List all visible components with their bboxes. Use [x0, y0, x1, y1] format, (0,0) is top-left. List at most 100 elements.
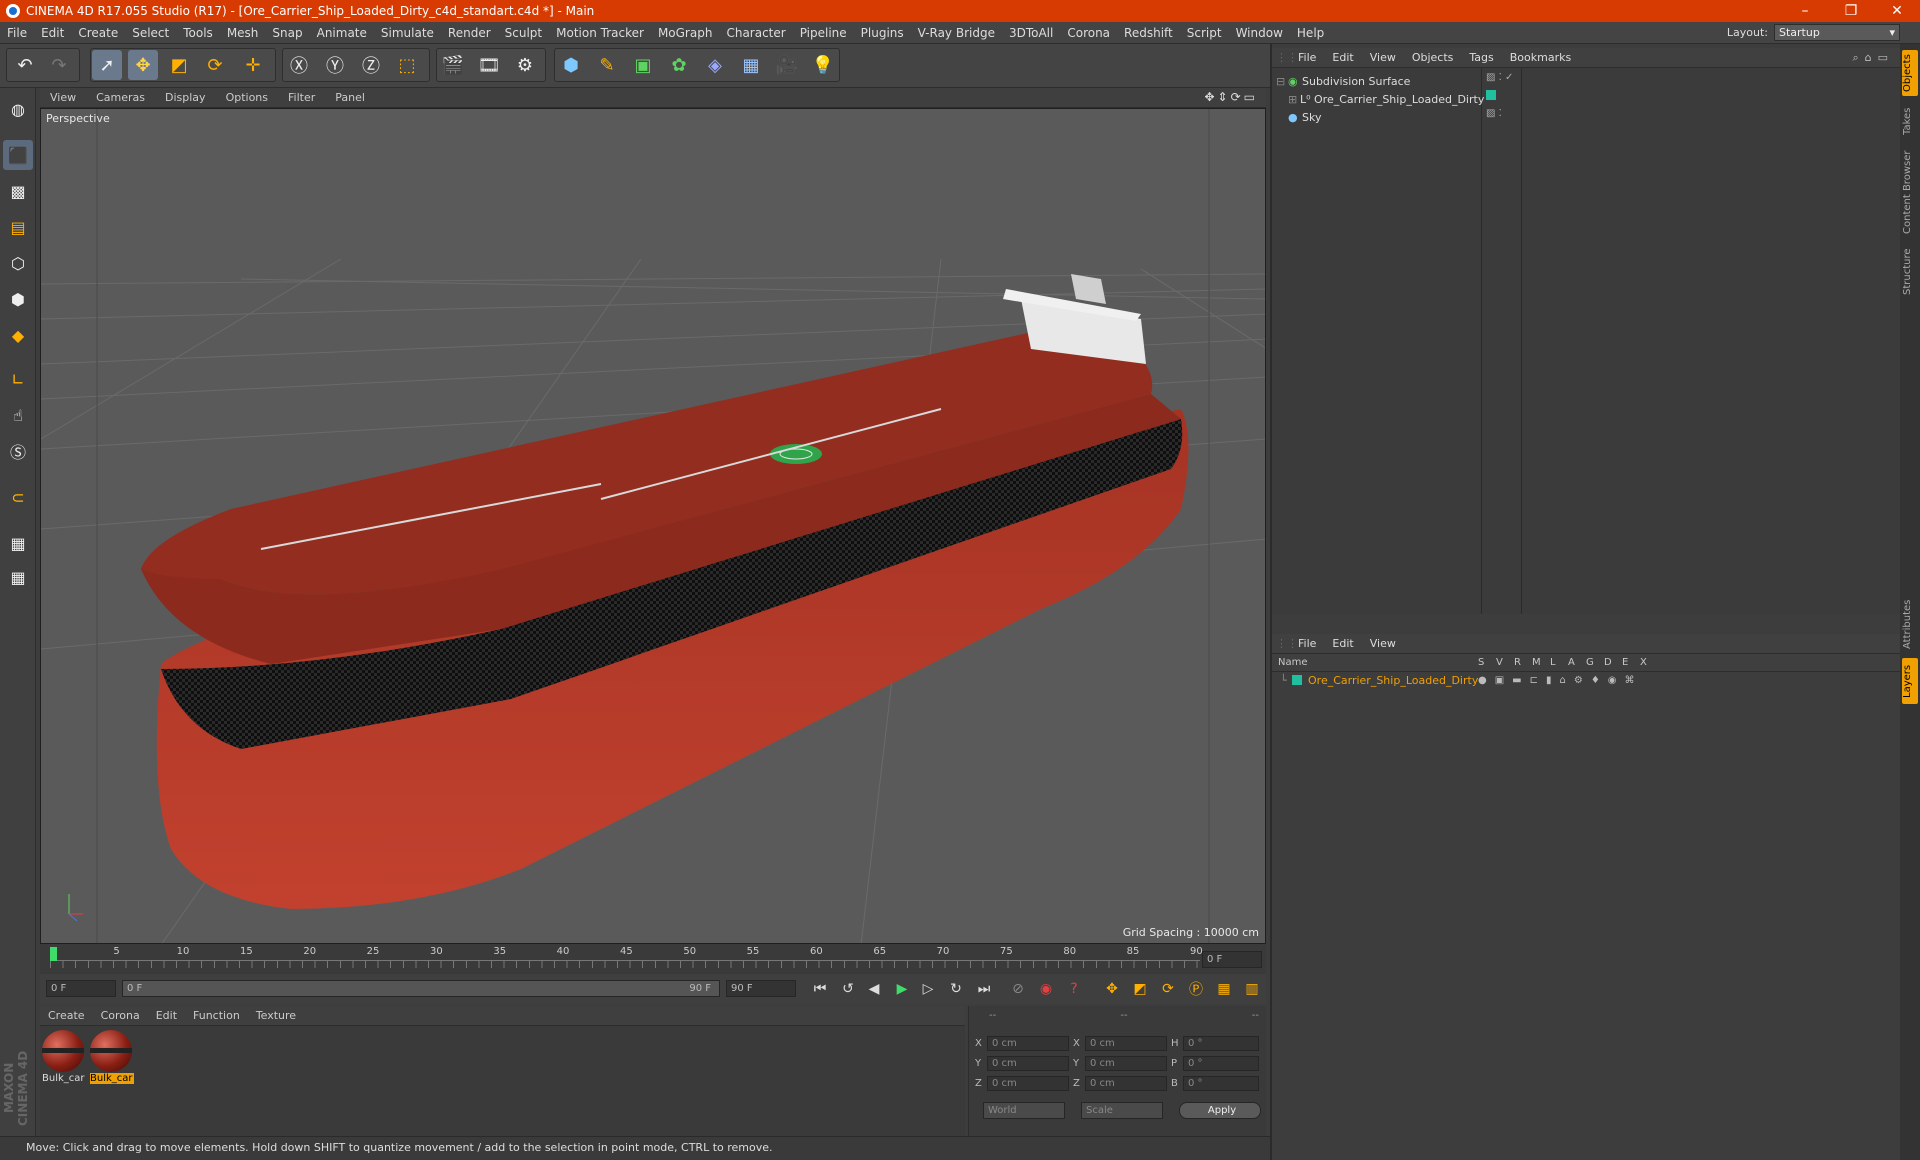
- expand-icon[interactable]: ⊞: [1288, 93, 1300, 106]
- redo-icon[interactable]: ↷: [44, 50, 74, 80]
- position-x-field[interactable]: 0 cm: [987, 1035, 1069, 1051]
- viewport-menu-filter[interactable]: Filter: [278, 91, 325, 104]
- x-axis-icon[interactable]: Ⓧ: [284, 50, 314, 80]
- apply-button[interactable]: Apply: [1179, 1102, 1261, 1119]
- visibility-toggle-icon[interactable]: ▨ ⁚ ✓: [1486, 72, 1513, 83]
- tab-takes[interactable]: Takes: [1902, 104, 1918, 138]
- transform-tool-icon[interactable]: ✛: [238, 50, 268, 80]
- om-menu-objects[interactable]: Objects: [1404, 51, 1462, 64]
- menu-snap[interactable]: Snap: [265, 26, 309, 40]
- menu-script[interactable]: Script: [1180, 26, 1229, 40]
- subdivision-surface-icon[interactable]: ▣: [628, 50, 658, 80]
- menu-mesh[interactable]: Mesh: [220, 26, 266, 40]
- start-frame-field[interactable]: 0 F: [46, 980, 116, 997]
- om-menu-edit[interactable]: Edit: [1324, 51, 1361, 64]
- snap-icon[interactable]: Ⓢ: [3, 436, 33, 466]
- record-keys-icon[interactable]: ⊘: [1006, 977, 1030, 1001]
- layout-dropdown[interactable]: Startup: [1774, 24, 1900, 41]
- object-row-ship[interactable]: ⊞ L⁰ Ore_Carrier_Ship_Loaded_Dirty: [1288, 90, 1484, 108]
- current-frame-field[interactable]: 0 F: [1202, 951, 1262, 968]
- size-z-field[interactable]: 0 cm: [1085, 1075, 1167, 1091]
- menu-tools[interactable]: Tools: [176, 26, 220, 40]
- previous-frame-icon[interactable]: ◀: [862, 977, 886, 1001]
- material-swatch[interactable]: Bulk_car: [42, 1030, 86, 1088]
- keyframe-selection-icon[interactable]: ?: [1062, 977, 1086, 1001]
- menu-sculpt[interactable]: Sculpt: [498, 26, 549, 40]
- viewport-menu-cameras[interactable]: Cameras: [86, 91, 155, 104]
- menu-help[interactable]: Help: [1290, 26, 1331, 40]
- axis-mode-icon[interactable]: ∟: [3, 364, 33, 394]
- rotate-tool-icon[interactable]: ⟳: [200, 50, 230, 80]
- coordinate-mode-dropdown[interactable]: World: [983, 1102, 1065, 1119]
- tab-attributes[interactable]: Attributes: [1902, 592, 1918, 656]
- size-x-field[interactable]: 0 cm: [1085, 1035, 1167, 1051]
- make-editable-icon[interactable]: ◍: [3, 94, 33, 124]
- material-swatch[interactable]: Bulk_car: [90, 1030, 134, 1088]
- menu-select[interactable]: Select: [125, 26, 176, 40]
- position-z-field[interactable]: 0 cm: [987, 1075, 1069, 1091]
- om-search-home-icons[interactable]: ⌕⌂▭: [1852, 51, 1894, 65]
- menu-animate[interactable]: Animate: [310, 26, 374, 40]
- viewport-menu-view[interactable]: View: [40, 91, 86, 104]
- playhead-marker[interactable]: [50, 947, 57, 961]
- tab-structure[interactable]: Structure: [1902, 244, 1918, 300]
- viewport-menu-display[interactable]: Display: [155, 91, 216, 104]
- next-frame-icon[interactable]: ▷: [916, 977, 940, 1001]
- next-key-icon[interactable]: ↻: [944, 977, 968, 1001]
- menu-render[interactable]: Render: [441, 26, 498, 40]
- menu-corona[interactable]: Corona: [1060, 26, 1117, 40]
- rotation-h-field[interactable]: 0 °: [1183, 1035, 1259, 1051]
- move-tool-icon[interactable]: ✥: [128, 50, 158, 80]
- menu-3dtoall[interactable]: 3DToAll: [1002, 26, 1060, 40]
- key-rotation-icon[interactable]: ⟳: [1156, 977, 1180, 1001]
- menu-window[interactable]: Window: [1229, 26, 1290, 40]
- edges-mode-icon[interactable]: ⬢: [3, 284, 33, 314]
- menu-edit[interactable]: Edit: [34, 26, 71, 40]
- light-icon[interactable]: 💡: [808, 50, 838, 80]
- lm-menu-edit[interactable]: Edit: [1324, 637, 1361, 650]
- material-menu-create[interactable]: Create: [40, 1009, 93, 1022]
- autokey-icon[interactable]: ◉: [1034, 977, 1058, 1001]
- menu-motion-tracker[interactable]: Motion Tracker: [549, 26, 651, 40]
- y-axis-icon[interactable]: Ⓨ: [320, 50, 350, 80]
- viewport-menu-options[interactable]: Options: [216, 91, 278, 104]
- scale-tool-icon[interactable]: ◩: [164, 50, 194, 80]
- polygons-mode-icon[interactable]: ◆: [3, 320, 33, 350]
- frame-range-slider[interactable]: 0 F 90 F: [122, 980, 720, 997]
- minimize-button[interactable]: –: [1782, 0, 1828, 22]
- object-row-subdivision[interactable]: ⊟ ◉ Subdivision Surface: [1276, 72, 1410, 90]
- layer-name[interactable]: Ore_Carrier_Ship_Loaded_Dirty: [1308, 674, 1478, 687]
- go-to-start-icon[interactable]: ⏮: [808, 977, 832, 1001]
- camera-icon[interactable]: 🎥: [772, 50, 802, 80]
- rotation-b-field[interactable]: 0 °: [1183, 1075, 1259, 1091]
- maximize-button[interactable]: ❐: [1828, 0, 1874, 22]
- material-menu-edit[interactable]: Edit: [148, 1009, 185, 1022]
- close-button[interactable]: ✕: [1874, 0, 1920, 22]
- menu-redshift[interactable]: Redshift: [1117, 26, 1180, 40]
- timeline-window-icon[interactable]: ▥: [1240, 977, 1264, 1001]
- expand-icon[interactable]: ⊟: [1276, 75, 1288, 88]
- layer-color-swatch[interactable]: [1292, 675, 1302, 685]
- key-position-icon[interactable]: ✥: [1100, 977, 1124, 1001]
- om-menu-view[interactable]: View: [1362, 51, 1404, 64]
- menu-vray-bridge[interactable]: V-Ray Bridge: [911, 26, 1002, 40]
- cloner-icon[interactable]: ✿: [664, 50, 694, 80]
- live-selection-icon[interactable]: ➚: [92, 50, 122, 80]
- deformer-icon[interactable]: ◈: [700, 50, 730, 80]
- render-picture-viewer-icon[interactable]: 🎞: [474, 50, 504, 80]
- magnet-icon[interactable]: ⊂: [3, 482, 33, 512]
- coordinate-type-dropdown[interactable]: Scale: [1081, 1102, 1163, 1119]
- render-view-icon[interactable]: 🎬: [438, 50, 468, 80]
- key-scale-icon[interactable]: ◩: [1128, 977, 1152, 1001]
- menu-simulate[interactable]: Simulate: [374, 26, 441, 40]
- undo-icon[interactable]: ↶: [10, 50, 40, 80]
- object-row-sky[interactable]: ● Sky: [1276, 108, 1321, 126]
- lm-menu-view[interactable]: View: [1362, 637, 1404, 650]
- om-menu-tags[interactable]: Tags: [1461, 51, 1501, 64]
- menu-create[interactable]: Create: [71, 26, 125, 40]
- viewport-menu-panel[interactable]: Panel: [325, 91, 375, 104]
- end-frame-field[interactable]: 90 F: [726, 980, 796, 997]
- material-menu-function[interactable]: Function: [185, 1009, 248, 1022]
- position-y-field[interactable]: 0 cm: [987, 1055, 1069, 1071]
- menu-plugins[interactable]: Plugins: [854, 26, 911, 40]
